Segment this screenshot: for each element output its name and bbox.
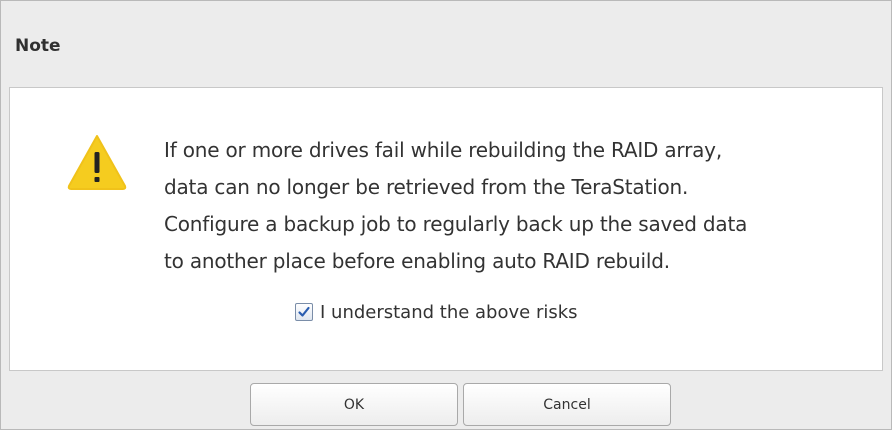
- understand-risks-checkbox[interactable]: [295, 303, 313, 321]
- understand-risks-checkbox-row[interactable]: I understand the above risks: [295, 299, 578, 325]
- cancel-button[interactable]: Cancel: [463, 383, 671, 426]
- understand-risks-label: I understand the above risks: [320, 301, 578, 323]
- message-line: to another place before enabling auto RA…: [164, 249, 670, 273]
- ok-button[interactable]: OK: [250, 383, 458, 426]
- dialog-titlebar: Note: [1, 1, 891, 87]
- checkmark-icon: [298, 306, 310, 317]
- message-line: If one or more drives fail while rebuild…: [164, 138, 722, 162]
- dialog-content: If one or more drives fail while rebuild…: [9, 87, 883, 371]
- warning-icon: [66, 133, 128, 191]
- dialog-title: Note: [15, 36, 61, 56]
- message-line: data can no longer be retrieved from the…: [164, 175, 689, 199]
- warning-message: If one or more drives fail while rebuild…: [164, 132, 874, 280]
- note-dialog: Note If one or more drives fail while re…: [0, 0, 892, 430]
- message-line: Configure a backup job to regularly back…: [164, 212, 748, 236]
